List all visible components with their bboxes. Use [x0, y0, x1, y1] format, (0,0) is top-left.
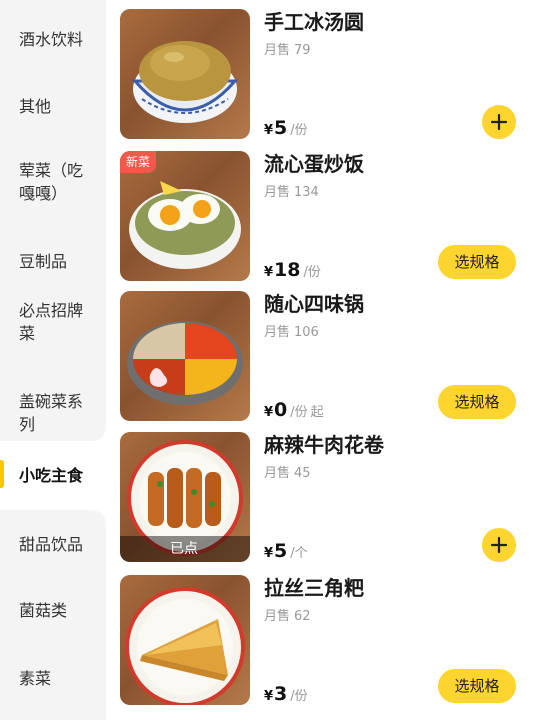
- sidebar-item-label: 荤菜（吃嘎嘎）: [19, 161, 84, 203]
- sidebar-item-label: 菌菇类: [19, 601, 68, 620]
- sidebar-item-snacks[interactable]: 小吃主食: [0, 441, 106, 510]
- product-name: 随心四味锅: [264, 292, 364, 316]
- add-to-cart-button[interactable]: [482, 528, 516, 562]
- product-name: 手工冰汤圆: [264, 10, 364, 34]
- plus-icon: [490, 113, 508, 131]
- product-image[interactable]: [120, 575, 250, 705]
- product-price: ¥3/份: [264, 683, 308, 705]
- add-to-cart-button[interactable]: [482, 105, 516, 139]
- product-image[interactable]: 新菜: [120, 151, 250, 281]
- sidebar-item-label: 酒水饮料: [19, 30, 84, 49]
- active-indicator: [0, 460, 4, 488]
- product-price: ¥5/个: [264, 540, 308, 562]
- sidebar-item-signature[interactable]: 必点招牌菜: [0, 298, 106, 346]
- product-image[interactable]: 已点: [120, 432, 250, 562]
- product-price: ¥5/份: [264, 117, 308, 139]
- product-image[interactable]: [120, 291, 250, 421]
- product-item[interactable]: 随心四味锅 月售 106 ¥0/份起 选规格: [120, 291, 540, 421]
- monthly-sales: 月售 134: [264, 185, 319, 200]
- product-item[interactable]: 拉丝三角粑 月售 62 ¥3/份 选规格: [120, 575, 540, 705]
- sidebar-item-meat[interactable]: 荤菜（吃嘎嘎）: [0, 158, 106, 206]
- product-item[interactable]: 手工冰汤圆 月售 79 ¥5/份: [120, 9, 540, 139]
- select-spec-button[interactable]: 选规格: [438, 385, 516, 419]
- select-spec-button[interactable]: 选规格: [438, 245, 516, 279]
- monthly-sales: 月售 45: [264, 466, 311, 481]
- product-price: ¥0/份起: [264, 399, 324, 421]
- plus-icon: [490, 536, 508, 554]
- sidebar-item-label: 盖碗菜系列: [19, 392, 84, 434]
- monthly-sales: 月售 106: [264, 325, 319, 340]
- product-price: ¥18/份: [264, 259, 321, 281]
- sidebar-item-desserts[interactable]: 甜品饮品: [0, 532, 106, 557]
- sidebar-item-label: 小吃主食: [19, 466, 84, 485]
- sidebar-item-vegetables[interactable]: 素菜: [0, 666, 106, 691]
- monthly-sales: 月售 79: [264, 43, 311, 58]
- monthly-sales: 月售 62: [264, 609, 311, 624]
- product-image[interactable]: [120, 9, 250, 139]
- product-name: 麻辣牛肉花卷: [264, 433, 384, 457]
- product-name: 流心蛋炒饭: [264, 152, 364, 176]
- new-dish-badge: 新菜: [120, 151, 157, 173]
- product-item[interactable]: 新菜 流心蛋炒饭 月售 134 ¥18/份 选规格: [120, 151, 540, 281]
- sidebar-item-mushrooms[interactable]: 菌菇类: [0, 598, 106, 623]
- sidebar-item-bowl-dishes[interactable]: 盖碗菜系列: [0, 389, 106, 437]
- select-spec-button[interactable]: 选规格: [438, 669, 516, 703]
- sidebar-item-label: 甜品饮品: [19, 535, 84, 554]
- sidebar-item-label: 必点招牌菜: [19, 301, 84, 343]
- product-item[interactable]: 已点 麻辣牛肉花卷 月售 45 ¥5/个: [120, 432, 540, 562]
- sidebar-item-label: 豆制品: [19, 252, 68, 271]
- ordered-tag: 已点: [120, 536, 250, 562]
- sidebar-item-label: 其他: [19, 97, 52, 116]
- sidebar-group-upper: [0, 0, 106, 441]
- sidebar-item-other[interactable]: 其他: [0, 94, 106, 119]
- sidebar-item-drinks[interactable]: 酒水饮料: [0, 27, 106, 52]
- category-sidebar: 酒水饮料 其他 荤菜（吃嘎嘎） 豆制品 必点招牌菜 盖碗菜系列 小吃主食 甜品饮…: [0, 0, 106, 720]
- sidebar-item-tofu[interactable]: 豆制品: [0, 249, 106, 274]
- sidebar-item-label: 素菜: [19, 669, 52, 688]
- product-name: 拉丝三角粑: [264, 576, 364, 600]
